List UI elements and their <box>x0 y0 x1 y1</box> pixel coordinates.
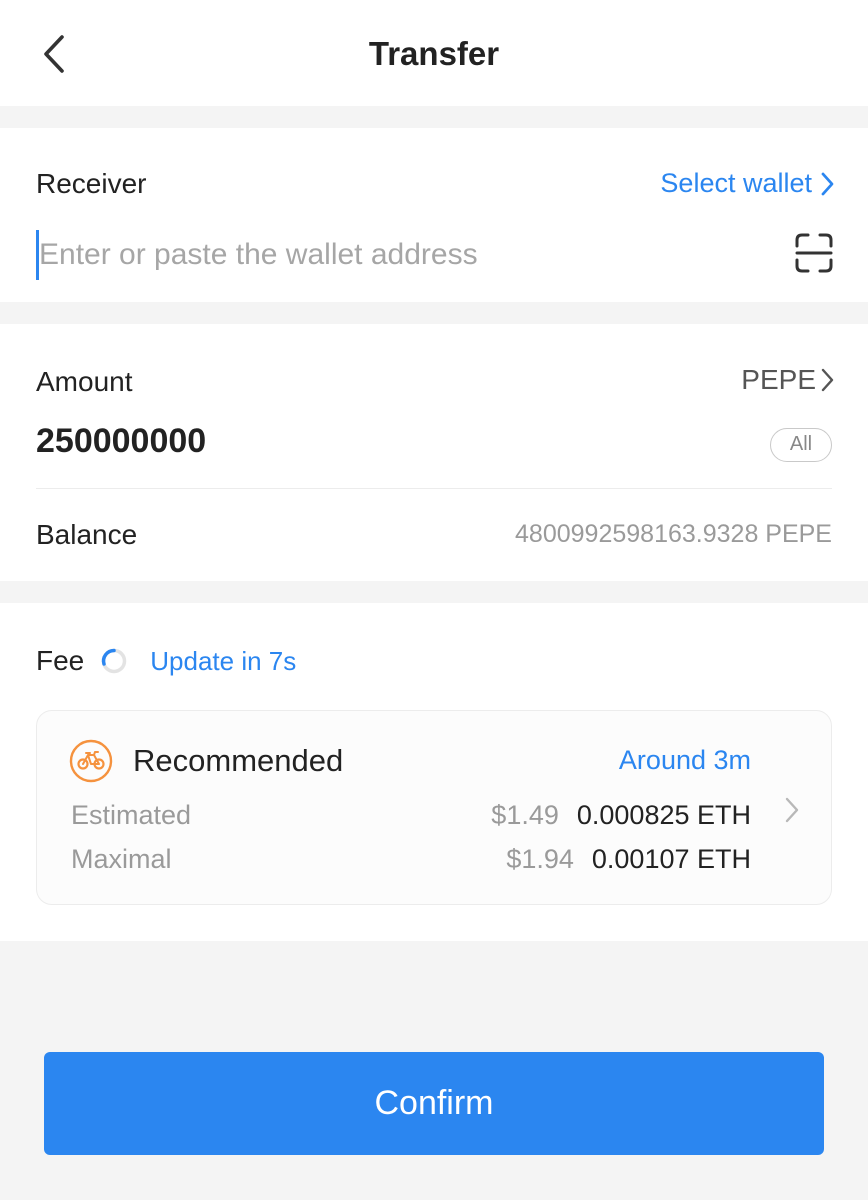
fee-label: Fee <box>36 645 85 676</box>
page-title: Transfer <box>368 35 500 72</box>
fee-tier-name: Recommended <box>133 743 344 778</box>
amount-section: Amount PEPE 250000000 All Balance 480099… <box>0 324 868 581</box>
balance-value: 4800992598163.9328 PEPE <box>515 520 832 548</box>
token-selector[interactable]: PEPE <box>741 364 834 396</box>
scan-icon <box>795 233 833 273</box>
fee-tier-card[interactable]: Recommended Around 3m Estimated $1.49 0.… <box>36 710 832 905</box>
chevron-right-icon <box>821 172 834 195</box>
divider <box>36 488 832 489</box>
chevron-right-icon <box>821 368 834 392</box>
maximal-fee-row: Maximal $1.94 0.00107 ETH <box>71 844 751 875</box>
wallet-address-input[interactable] <box>36 230 756 280</box>
select-wallet-link[interactable]: Select wallet <box>660 168 834 199</box>
all-button[interactable]: All <box>770 428 832 462</box>
chevron-left-icon <box>44 35 64 73</box>
fee-header: Fee Update in 7s <box>36 645 296 677</box>
chevron-right-icon <box>785 797 799 823</box>
fee-tier-time: Around 3m <box>618 745 751 775</box>
estimated-eth: 0.000825 ETH <box>576 800 751 830</box>
scan-button[interactable] <box>794 232 834 274</box>
estimated-usd: $1.49 <box>491 800 559 830</box>
spinner-icon <box>102 648 127 674</box>
fee-section: Fee Update in 7s Recommended Around 3m E… <box>0 603 868 941</box>
receiver-label: Receiver <box>36 168 147 199</box>
header-bar: Transfer <box>0 0 868 106</box>
maximal-label: Maximal <box>71 844 172 874</box>
select-wallet-label: Select wallet <box>660 168 812 198</box>
fee-update-countdown: Update in 7s <box>150 645 297 676</box>
maximal-usd: $1.94 <box>506 844 574 874</box>
back-button[interactable] <box>30 28 78 80</box>
estimated-label: Estimated <box>71 800 192 830</box>
bicycle-icon <box>69 739 113 783</box>
amount-label: Amount <box>36 366 133 397</box>
confirm-button[interactable]: Confirm <box>44 1052 824 1155</box>
balance-label: Balance <box>36 519 138 550</box>
token-symbol: PEPE <box>741 364 816 395</box>
amount-value[interactable]: 250000000 <box>36 422 206 461</box>
estimated-fee-row: Estimated $1.49 0.000825 ETH <box>71 800 751 831</box>
maximal-eth: 0.00107 ETH <box>591 844 751 874</box>
